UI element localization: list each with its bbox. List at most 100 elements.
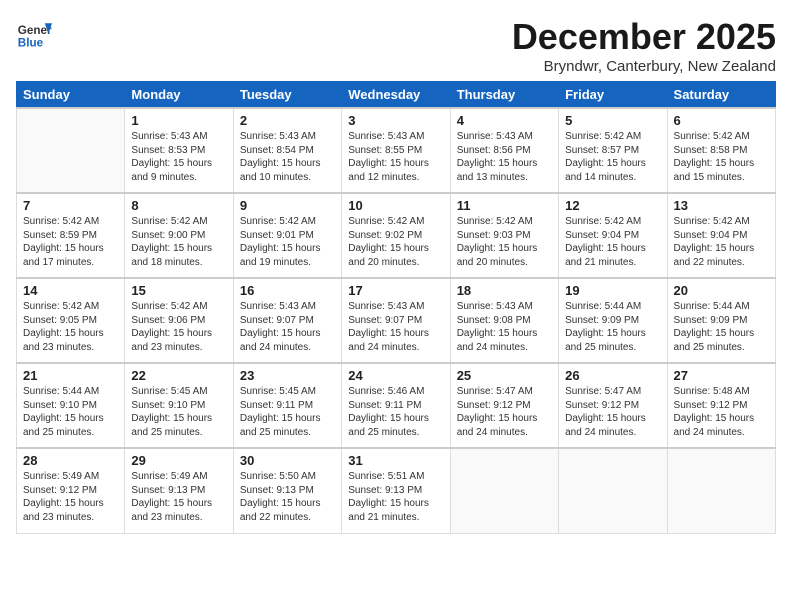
calendar-cell: 10 Sunrise: 5:42 AM Sunset: 9:02 PM Dayli… (342, 193, 450, 278)
day-info: Sunrise: 5:45 AM Sunset: 9:11 PM Dayligh… (240, 385, 335, 439)
weekday-header: Saturday (667, 82, 775, 109)
week-row: 7Sunrise: 5:42 AM Sunset: 8:59 PM Daylig… (17, 193, 776, 278)
day-info: Sunrise: 5:45 AM Sunset: 9:10 PM Dayligh… (131, 385, 226, 439)
day-number: 28 (23, 453, 118, 468)
calendar-cell: 16 Sunrise: 5:43 AM Sunset: 9:07 PM Dayli… (233, 278, 341, 363)
calendar-cell: 15 Sunrise: 5:42 AM Sunset: 9:06 PM Dayli… (125, 278, 233, 363)
calendar-cell: 23Sunrise: 5:45 AM Sunset: 9:11 PM Dayli… (233, 363, 341, 448)
weekday-header: Monday (125, 82, 233, 109)
day-number: 15 (131, 283, 226, 298)
day-info: Sunrise: 5:49 AM Sunset: 9:12 PM Dayligh… (23, 470, 118, 524)
day-info: Sunrise: 5:42 AM Sunset: 9:06 PM Dayligh… (131, 300, 226, 354)
week-row: 21 Sunrise: 5:44 AM Sunset: 9:10 PM Dayli… (17, 363, 776, 448)
calendar-cell: 13Sunrise: 5:42 AM Sunset: 9:04 PM Dayli… (667, 193, 775, 278)
day-number: 22 (131, 368, 226, 383)
calendar-cell: 20 Sunrise: 5:44 AM Sunset: 9:09 PM Dayli… (667, 278, 775, 363)
calendar-cell: 24Sunrise: 5:46 AM Sunset: 9:11 PM Dayli… (342, 363, 450, 448)
logo: General Blue (16, 16, 56, 52)
weekday-header: Thursday (450, 82, 558, 109)
calendar-cell: 26 Sunrise: 5:47 AM Sunset: 9:12 PM Dayli… (559, 363, 667, 448)
day-info: Sunrise: 5:42 AM Sunset: 9:03 PM Dayligh… (457, 215, 552, 269)
day-info: Sunrise: 5:49 AM Sunset: 9:13 PM Dayligh… (131, 470, 226, 524)
day-number: 26 (565, 368, 660, 383)
weekday-header: Tuesday (233, 82, 341, 109)
day-info: Sunrise: 5:42 AM Sunset: 9:05 PM Dayligh… (23, 300, 118, 354)
day-info: Sunrise: 5:43 AM Sunset: 8:54 PM Dayligh… (240, 130, 335, 184)
calendar-cell (17, 108, 125, 193)
day-number: 20 (674, 283, 769, 298)
day-info: Sunrise: 5:42 AM Sunset: 9:02 PM Dayligh… (348, 215, 443, 269)
day-number: 1 (131, 113, 226, 128)
day-info: Sunrise: 5:48 AM Sunset: 9:12 PM Dayligh… (674, 385, 769, 439)
calendar-table: SundayMondayTuesdayWednesdayThursdayFrid… (16, 81, 776, 534)
day-info: Sunrise: 5:43 AM Sunset: 9:08 PM Dayligh… (457, 300, 552, 354)
day-number: 29 (131, 453, 226, 468)
calendar-cell: 31 Sunrise: 5:51 AM Sunset: 9:13 PM Dayli… (342, 448, 450, 533)
title-area: December 2025 Bryndwr, Canterbury, New Z… (512, 16, 776, 75)
calendar-cell: 5Sunrise: 5:42 AM Sunset: 8:57 PM Daylig… (559, 108, 667, 193)
calendar-cell: 7Sunrise: 5:42 AM Sunset: 8:59 PM Daylig… (17, 193, 125, 278)
calendar-cell: 27Sunrise: 5:48 AM Sunset: 9:12 PM Dayli… (667, 363, 775, 448)
day-info: Sunrise: 5:42 AM Sunset: 9:04 PM Dayligh… (565, 215, 660, 269)
day-info: Sunrise: 5:43 AM Sunset: 8:56 PM Dayligh… (457, 130, 552, 184)
calendar-cell (450, 448, 558, 533)
day-info: Sunrise: 5:42 AM Sunset: 9:00 PM Dayligh… (131, 215, 226, 269)
day-info: Sunrise: 5:43 AM Sunset: 8:53 PM Dayligh… (131, 130, 226, 184)
calendar-cell: 19 Sunrise: 5:44 AM Sunset: 9:09 PM Dayli… (559, 278, 667, 363)
day-info: Sunrise: 5:42 AM Sunset: 8:59 PM Dayligh… (23, 215, 118, 269)
calendar-cell: 14Sunrise: 5:42 AM Sunset: 9:05 PM Dayli… (17, 278, 125, 363)
weekday-header-row: SundayMondayTuesdayWednesdayThursdayFrid… (17, 82, 776, 109)
day-info: Sunrise: 5:43 AM Sunset: 8:55 PM Dayligh… (348, 130, 443, 184)
day-number: 12 (565, 198, 660, 213)
calendar-cell: 6Sunrise: 5:42 AM Sunset: 8:58 PM Daylig… (667, 108, 775, 193)
day-number: 11 (457, 198, 552, 213)
day-number: 30 (240, 453, 335, 468)
day-number: 25 (457, 368, 552, 383)
day-number: 24 (348, 368, 443, 383)
day-info: Sunrise: 5:44 AM Sunset: 9:09 PM Dayligh… (674, 300, 769, 354)
calendar-cell: 30 Sunrise: 5:50 AM Sunset: 9:13 PM Dayli… (233, 448, 341, 533)
day-number: 9 (240, 198, 335, 213)
weekday-header: Friday (559, 82, 667, 109)
day-info: Sunrise: 5:47 AM Sunset: 9:12 PM Dayligh… (565, 385, 660, 439)
day-number: 19 (565, 283, 660, 298)
calendar-cell: 4 Sunrise: 5:43 AM Sunset: 8:56 PM Daylig… (450, 108, 558, 193)
day-number: 2 (240, 113, 335, 128)
day-info: Sunrise: 5:44 AM Sunset: 9:09 PM Dayligh… (565, 300, 660, 354)
day-number: 31 (348, 453, 443, 468)
svg-text:Blue: Blue (18, 37, 44, 50)
day-info: Sunrise: 5:47 AM Sunset: 9:12 PM Dayligh… (457, 385, 552, 439)
day-number: 17 (348, 283, 443, 298)
calendar-cell: 29 Sunrise: 5:49 AM Sunset: 9:13 PM Dayli… (125, 448, 233, 533)
day-number: 8 (131, 198, 226, 213)
calendar-cell: 21 Sunrise: 5:44 AM Sunset: 9:10 PM Dayli… (17, 363, 125, 448)
day-info: Sunrise: 5:42 AM Sunset: 9:04 PM Dayligh… (674, 215, 769, 269)
day-number: 16 (240, 283, 335, 298)
location-title: Bryndwr, Canterbury, New Zealand (512, 58, 776, 75)
calendar-cell: 3Sunrise: 5:43 AM Sunset: 8:55 PM Daylig… (342, 108, 450, 193)
day-info: Sunrise: 5:51 AM Sunset: 9:13 PM Dayligh… (348, 470, 443, 524)
calendar-cell (667, 448, 775, 533)
day-info: Sunrise: 5:43 AM Sunset: 9:07 PM Dayligh… (240, 300, 335, 354)
weekday-header: Wednesday (342, 82, 450, 109)
week-row: 1 Sunrise: 5:43 AM Sunset: 8:53 PM Daylig… (17, 108, 776, 193)
day-number: 4 (457, 113, 552, 128)
calendar-cell: 2 Sunrise: 5:43 AM Sunset: 8:54 PM Daylig… (233, 108, 341, 193)
calendar-cell (559, 448, 667, 533)
day-info: Sunrise: 5:42 AM Sunset: 9:01 PM Dayligh… (240, 215, 335, 269)
calendar-cell: 18 Sunrise: 5:43 AM Sunset: 9:08 PM Dayli… (450, 278, 558, 363)
day-info: Sunrise: 5:44 AM Sunset: 9:10 PM Dayligh… (23, 385, 118, 439)
week-row: 14Sunrise: 5:42 AM Sunset: 9:05 PM Dayli… (17, 278, 776, 363)
calendar-cell: 22 Sunrise: 5:45 AM Sunset: 9:10 PM Dayli… (125, 363, 233, 448)
page-header: General Blue December 2025 Bryndwr, Cant… (16, 16, 776, 75)
calendar-cell: 11 Sunrise: 5:42 AM Sunset: 9:03 PM Dayli… (450, 193, 558, 278)
day-number: 21 (23, 368, 118, 383)
calendar-cell: 1 Sunrise: 5:43 AM Sunset: 8:53 PM Daylig… (125, 108, 233, 193)
week-row: 28 Sunrise: 5:49 AM Sunset: 9:12 PM Dayli… (17, 448, 776, 533)
day-number: 10 (348, 198, 443, 213)
day-number: 5 (565, 113, 660, 128)
day-info: Sunrise: 5:50 AM Sunset: 9:13 PM Dayligh… (240, 470, 335, 524)
calendar-cell: 9 Sunrise: 5:42 AM Sunset: 9:01 PM Daylig… (233, 193, 341, 278)
calendar-cell: 25 Sunrise: 5:47 AM Sunset: 9:12 PM Dayli… (450, 363, 558, 448)
day-number: 18 (457, 283, 552, 298)
